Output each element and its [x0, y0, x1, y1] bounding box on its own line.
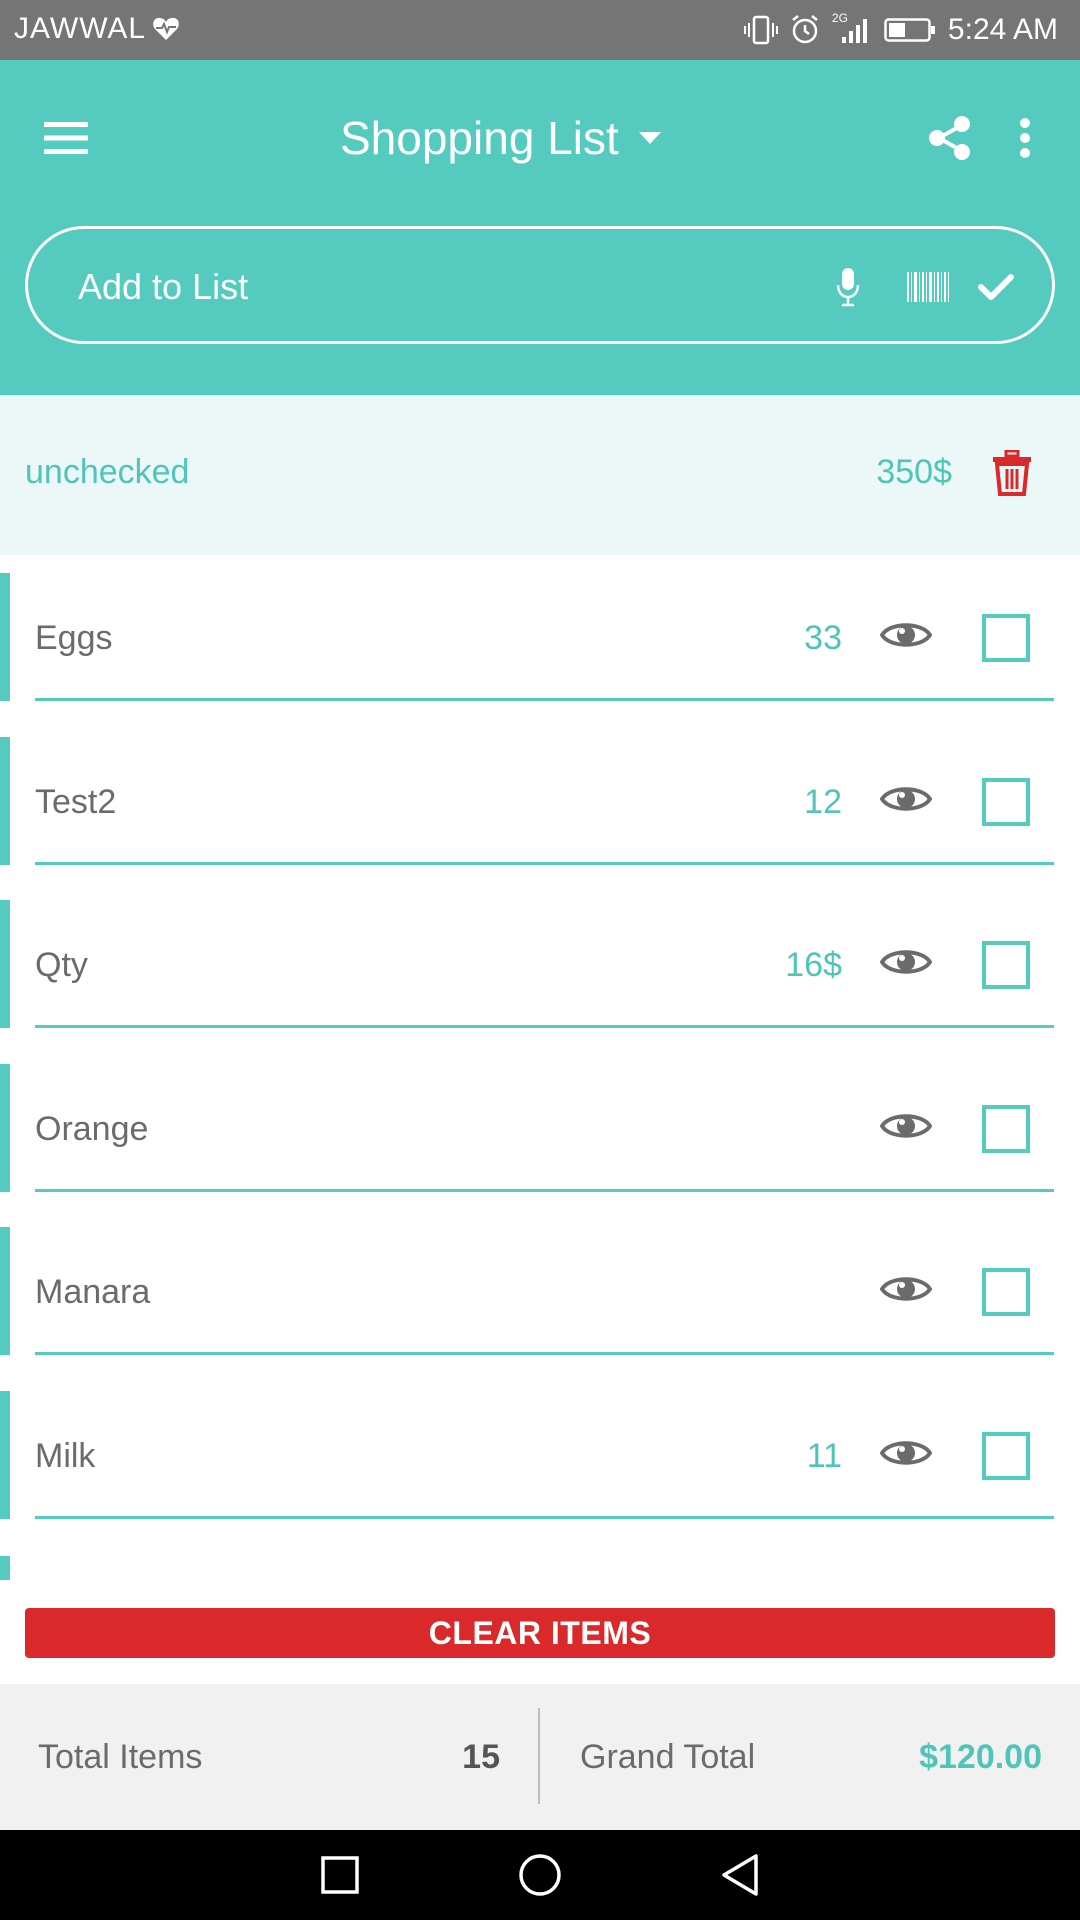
- add-item-input[interactable]: [78, 257, 778, 317]
- voice-input-button[interactable]: [828, 259, 868, 315]
- item-accent-bar: [0, 900, 10, 1028]
- trash-icon: [993, 450, 1031, 496]
- item-qty: 16$: [785, 946, 842, 984]
- item-qty: 33: [804, 619, 842, 657]
- chevron-down-icon: [638, 132, 661, 144]
- list-selector[interactable]: Shopping List: [340, 100, 663, 176]
- check-icon: [978, 274, 1014, 300]
- more-vert-icon: [1020, 118, 1030, 158]
- item-checkbox[interactable]: [982, 777, 1030, 826]
- view-item-button[interactable]: [880, 944, 932, 980]
- item-accent-bar: [0, 573, 10, 701]
- delete-section-button[interactable]: [986, 443, 1038, 503]
- view-item-button[interactable]: [880, 1271, 932, 1307]
- view-item-button[interactable]: [880, 1108, 932, 1144]
- eye-icon: [880, 1277, 932, 1301]
- barcode-icon: [907, 272, 949, 302]
- home-button[interactable]: [510, 1845, 570, 1905]
- signal-icon: [841, 19, 867, 43]
- item-checkbox[interactable]: [982, 1431, 1030, 1480]
- totals-footer: Total Items 15 Grand Total $120.00: [0, 1684, 1080, 1830]
- system-nav-bar: [0, 1830, 1080, 1920]
- eye-icon: [880, 950, 932, 974]
- item-name: Eggs: [35, 619, 113, 657]
- back-icon: [722, 1854, 758, 1896]
- status-bar: JAWWAL 2G 5:24 AM: [0, 0, 1080, 60]
- view-item-button[interactable]: [880, 617, 932, 653]
- item-name: Qty: [35, 946, 88, 984]
- item-checkbox[interactable]: [982, 1268, 1030, 1316]
- item-accent-bar: [0, 1227, 10, 1355]
- clear-items-button[interactable]: CLEAR ITEMS: [25, 1608, 1055, 1658]
- item-divider: [35, 1188, 1054, 1192]
- carrier-name: JAWWAL: [14, 12, 147, 45]
- shopping-items-list: Eggs 33 Test2 12 Qty 16$ Orange Manara M…: [0, 555, 1080, 1536]
- item-name: Milk: [35, 1436, 96, 1475]
- item-divider: [35, 698, 1054, 701]
- list-item[interactable]: Eggs 33: [0, 555, 1080, 719]
- section-label: unchecked: [25, 453, 190, 491]
- list-item[interactable]: Orange: [0, 1046, 1080, 1210]
- item-qty: 12: [804, 782, 842, 821]
- recents-button[interactable]: [310, 1845, 370, 1905]
- more-options-button[interactable]: [1000, 102, 1050, 174]
- barcode-scan-button[interactable]: [892, 265, 964, 309]
- item-name: Manara: [35, 1273, 151, 1311]
- eye-icon: [880, 786, 932, 811]
- eye-icon: [880, 623, 932, 647]
- item-accent-bar: [0, 1390, 10, 1519]
- item-qty: 11: [806, 1436, 842, 1475]
- view-item-button[interactable]: [880, 781, 932, 817]
- recents-icon: [321, 1856, 359, 1894]
- total-items-label: Total Items: [38, 1738, 203, 1776]
- page-title: Shopping List: [340, 112, 619, 164]
- view-item-button[interactable]: [880, 1435, 932, 1471]
- item-divider: [35, 861, 1054, 865]
- footer-divider: [538, 1708, 540, 1804]
- menu-button[interactable]: [30, 102, 102, 174]
- list-item[interactable]: Qty 16$: [0, 882, 1080, 1046]
- eye-icon: [880, 1440, 932, 1465]
- back-button[interactable]: [710, 1845, 770, 1905]
- battery-icon: [884, 18, 935, 42]
- item-checkbox[interactable]: [982, 614, 1030, 662]
- clock: 5:24 AM: [947, 13, 1058, 46]
- item-name: Orange: [35, 1109, 149, 1148]
- share-button[interactable]: [918, 102, 982, 174]
- item-divider: [35, 1352, 1054, 1355]
- item-checkbox[interactable]: [982, 1104, 1030, 1153]
- add-to-list-bar: [25, 226, 1055, 344]
- item-divider: [35, 1025, 1054, 1028]
- list-item[interactable]: Milk 11: [0, 1373, 1080, 1537]
- alarm-icon: [792, 15, 818, 44]
- share-icon: [929, 116, 970, 160]
- home-icon: [519, 1854, 561, 1896]
- app-bar: Shopping List: [0, 60, 1080, 395]
- list-item[interactable]: Manara: [0, 1209, 1080, 1373]
- item-accent-bar: [0, 736, 10, 865]
- item-checkbox[interactable]: [982, 941, 1030, 989]
- section-total: 350$: [876, 453, 952, 491]
- carrier-label: JAWWAL: [14, 12, 180, 46]
- mic-icon: [836, 268, 860, 307]
- menu-icon: [44, 122, 88, 154]
- next-item-accent-bar: [0, 1556, 10, 1580]
- item-accent-bar: [0, 1063, 10, 1192]
- unchecked-section-header: unchecked 350$: [0, 395, 1080, 555]
- confirm-add-button[interactable]: [968, 259, 1024, 315]
- signal-indicator: 2G: [832, 11, 872, 45]
- list-item[interactable]: Test2 12: [0, 719, 1080, 883]
- grand-total-label: Grand Total: [580, 1738, 756, 1776]
- item-name: Test2: [35, 782, 117, 821]
- item-divider: [35, 1515, 1054, 1519]
- status-icons: 2G 5:24 AM: [743, 10, 1058, 50]
- heart-rate-icon: [153, 17, 179, 40]
- total-items-value: 15: [462, 1738, 500, 1776]
- grand-total-value: $120.00: [919, 1738, 1042, 1776]
- vibrate-icon: [743, 15, 778, 45]
- eye-icon: [880, 1113, 932, 1138]
